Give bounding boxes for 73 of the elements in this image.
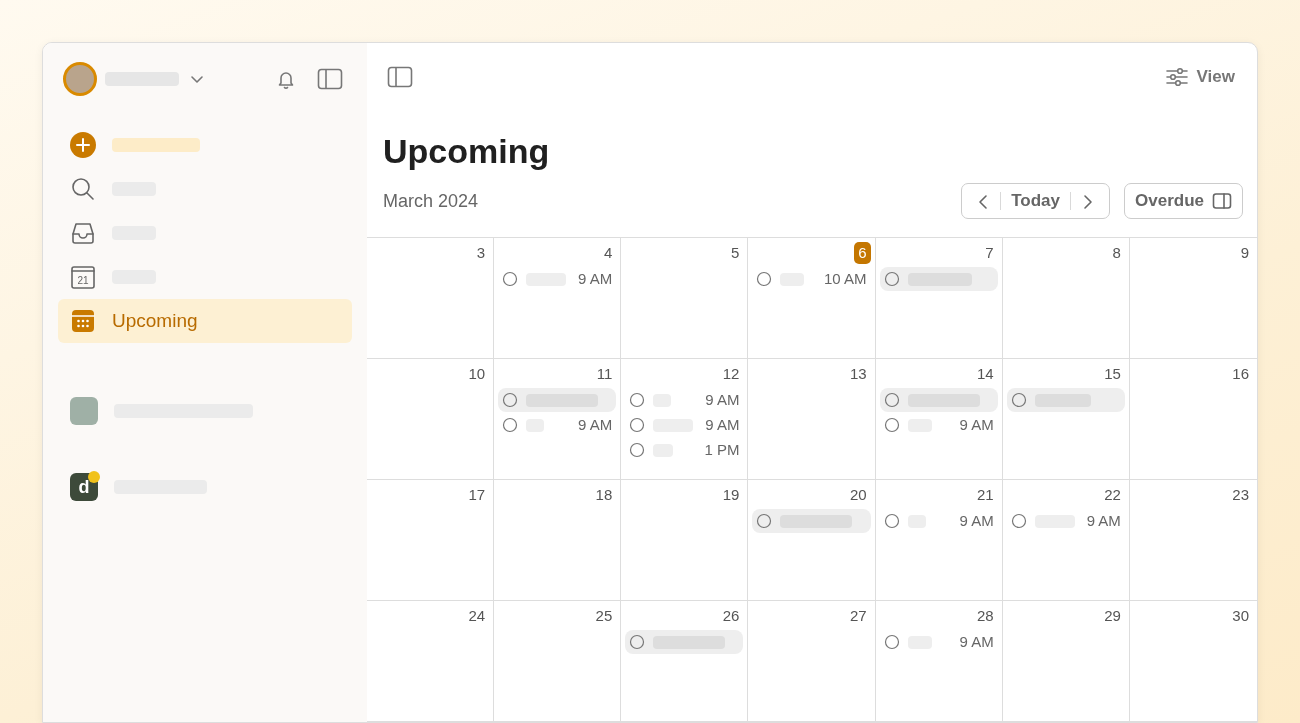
day-number: 5 bbox=[730, 243, 741, 263]
circle-checkbox-icon[interactable] bbox=[629, 392, 646, 408]
circle-checkbox-icon[interactable] bbox=[502, 392, 519, 408]
day-number: 15 bbox=[1103, 364, 1122, 384]
circle-checkbox-icon[interactable] bbox=[502, 271, 519, 287]
calendar-day-icon[interactable]: 21 bbox=[70, 264, 96, 290]
event-time: 9 AM bbox=[1086, 510, 1121, 531]
sidebar-toggle-icon[interactable] bbox=[387, 66, 413, 89]
circle-checkbox-icon[interactable] bbox=[883, 634, 900, 650]
day-number: 7 bbox=[984, 243, 995, 263]
circle-checkbox-icon[interactable] bbox=[629, 417, 646, 433]
day-number: 8 bbox=[1111, 243, 1122, 263]
day-number: 11 bbox=[595, 364, 614, 384]
sidebar-item[interactable]: Upcoming bbox=[58, 299, 352, 343]
day-number: 20 bbox=[848, 485, 868, 505]
day-number: 18 bbox=[594, 485, 614, 505]
circle-checkbox-icon[interactable] bbox=[883, 392, 900, 408]
day-number: 3 bbox=[475, 243, 487, 263]
avatar-placeholder[interactable] bbox=[63, 62, 97, 96]
day-number: 21 bbox=[976, 485, 995, 505]
circle-checkbox-icon[interactable] bbox=[1010, 513, 1027, 529]
circle-checkbox-icon[interactable] bbox=[883, 271, 900, 287]
circle-checkbox-icon[interactable] bbox=[756, 513, 773, 529]
add-icon[interactable] bbox=[70, 132, 96, 158]
circle-checkbox-icon[interactable] bbox=[883, 513, 900, 529]
day-number: 24 bbox=[467, 606, 487, 626]
day-number: 22 bbox=[1103, 485, 1122, 505]
day-number: 26 bbox=[721, 606, 741, 626]
day-number: 10 bbox=[467, 364, 487, 384]
circle-checkbox-icon[interactable] bbox=[756, 271, 773, 287]
day-number: 25 bbox=[594, 606, 614, 626]
event-time: 9 AM bbox=[959, 414, 994, 435]
event-time: 9 AM bbox=[578, 268, 613, 289]
day-number: 29 bbox=[1103, 606, 1122, 626]
event-time: 1 PM bbox=[704, 439, 740, 460]
day-number: 30 bbox=[1231, 606, 1250, 626]
sidebar-item[interactable]: 21 bbox=[58, 255, 352, 299]
panel-icon bbox=[1212, 192, 1232, 210]
view-button[interactable]: View bbox=[1158, 63, 1241, 91]
day-number: 6 bbox=[854, 242, 871, 264]
inbox-tray-icon[interactable] bbox=[70, 220, 96, 246]
day-number: 12 bbox=[721, 364, 741, 384]
day-number: 9 bbox=[1239, 243, 1250, 263]
project-logo[interactable]: d bbox=[70, 473, 98, 501]
circle-checkbox-icon[interactable] bbox=[629, 634, 646, 650]
circle-checkbox-icon[interactable] bbox=[629, 442, 646, 458]
chevron-right-icon bbox=[1081, 192, 1095, 211]
day-number: 14 bbox=[976, 364, 995, 384]
circle-checkbox-icon[interactable] bbox=[1010, 392, 1027, 408]
circle-checkbox-icon[interactable] bbox=[883, 417, 900, 433]
sidebar-toggle-icon[interactable] bbox=[317, 68, 343, 90]
event-time: 9 AM bbox=[705, 389, 740, 410]
sliders-icon bbox=[1164, 66, 1189, 89]
project-photo-placeholder[interactable] bbox=[70, 397, 98, 425]
day-number: 19 bbox=[721, 485, 741, 505]
event-time: 9 AM bbox=[705, 414, 740, 435]
event-time: 9 AM bbox=[578, 414, 613, 435]
overdue-button[interactable]: Overdue bbox=[1124, 183, 1243, 219]
event-time: 9 AM bbox=[959, 510, 994, 531]
calendar-grid-icon[interactable] bbox=[70, 308, 96, 334]
day-number: 13 bbox=[848, 364, 868, 384]
page-title: Upcoming bbox=[383, 131, 551, 172]
day-number: 16 bbox=[1231, 364, 1250, 384]
circle-checkbox-icon[interactable] bbox=[502, 417, 519, 433]
day-number: 4 bbox=[602, 243, 614, 263]
day-number: 28 bbox=[976, 606, 995, 626]
search-icon[interactable] bbox=[70, 176, 96, 202]
event-time: 10 AM bbox=[824, 268, 867, 289]
month-label: March 2024 bbox=[383, 189, 479, 213]
event-time: 9 AM bbox=[959, 631, 994, 652]
day-number: 23 bbox=[1231, 485, 1250, 505]
day-number: 27 bbox=[848, 606, 868, 626]
day-number: 17 bbox=[467, 485, 487, 505]
